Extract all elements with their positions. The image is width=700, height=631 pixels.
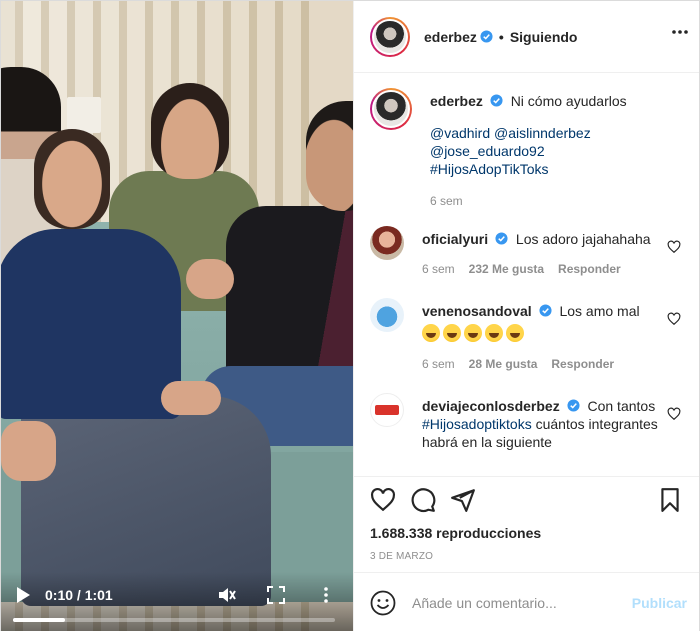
comment-text: Los amo mal <box>559 303 640 319</box>
comment-username[interactable]: venenosandoval <box>422 303 532 319</box>
video-controls: 0:10 / 1:01 <box>1 572 353 631</box>
verified-icon <box>480 30 493 43</box>
emoji-icon[interactable] <box>370 590 396 616</box>
comment-time[interactable]: 6 sem <box>422 260 455 278</box>
person-center-head <box>34 129 110 229</box>
video-more-icon[interactable] <box>319 586 333 604</box>
caption-avatar[interactable] <box>369 88 412 130</box>
hand-on-knee <box>161 381 221 415</box>
wall-lamp <box>67 97 101 133</box>
laughing-emoji-icon <box>484 324 503 342</box>
separator-dot: • <box>498 28 504 45</box>
caption-mention[interactable]: @jose_eduardo92 <box>430 143 545 159</box>
share-icon[interactable] <box>450 487 476 513</box>
caption-time[interactable]: 6 sem <box>430 192 463 210</box>
comment-likes[interactable]: 232 Me gusta <box>469 260 544 278</box>
verified-icon <box>495 232 508 245</box>
play-icon[interactable] <box>15 586 31 604</box>
comment-text: Con tantos <box>587 398 656 414</box>
comment-likes[interactable]: 28 Me gusta <box>469 355 538 373</box>
comment-time[interactable]: 6 sem <box>422 355 455 373</box>
comment-text: Los adoro jajahahaha <box>515 231 651 247</box>
caption-username[interactable]: ederbez <box>430 93 483 109</box>
comment-item: deviajeconlosderbez Con tantos #Hijosado… <box>369 393 683 451</box>
laughing-emoji-icon <box>505 324 524 342</box>
comment-username[interactable]: deviajeconlosderbez <box>422 398 560 414</box>
author-avatar[interactable] <box>369 16 410 57</box>
bookmark-icon[interactable] <box>657 487 683 513</box>
person-center-body <box>1 229 181 419</box>
author-username[interactable]: ederbez <box>424 29 477 45</box>
video-time: 0:10 / 1:01 <box>45 587 113 603</box>
following-button[interactable]: Siguiendo <box>510 29 578 45</box>
laughing-emoji-icon <box>463 324 482 342</box>
caption-hashtag[interactable]: #HijosAdopTikToks <box>430 161 549 177</box>
laughing-emoji-icon <box>421 324 440 342</box>
comments-list[interactable]: ederbez Ni cómo ayudarlos @vadhird @aisl… <box>354 74 699 476</box>
post-caption: ederbez Ni cómo ayudarlos @vadhird @aisl… <box>369 88 683 210</box>
video-progress-fill <box>13 618 65 622</box>
comment-like-heart-icon[interactable] <box>667 240 681 254</box>
publish-button[interactable]: Publicar <box>632 595 687 611</box>
comment-icon[interactable] <box>410 487 436 513</box>
comment-avatar[interactable] <box>369 393 404 427</box>
person-right-head <box>306 101 353 211</box>
caption-mentions[interactable]: @vadhird @aislinnderbez <box>430 125 591 141</box>
view-count[interactable]: 1.688.338 reproducciones <box>370 525 683 541</box>
fullscreen-icon[interactable] <box>267 586 285 604</box>
comment-username[interactable]: oficialyuri <box>422 231 488 247</box>
comment-hashtag[interactable]: #Hijosadoptiktoks <box>422 416 532 432</box>
caption-text: Ni cómo ayudarlos <box>510 93 627 109</box>
verified-icon <box>567 399 580 412</box>
heart-icon[interactable] <box>370 487 396 513</box>
comment-like-heart-icon[interactable] <box>667 407 681 421</box>
post-header: ederbez • Siguiendo <box>353 1 699 73</box>
comment-item: oficialyuri Los adoro jajahahaha 6 sem 2… <box>369 226 683 278</box>
mute-icon[interactable] <box>217 585 237 605</box>
video-progress-bar[interactable] <box>13 618 335 622</box>
reply-button[interactable]: Responder <box>551 355 614 373</box>
reply-button[interactable]: Responder <box>558 260 621 278</box>
more-icon[interactable] <box>671 29 689 35</box>
instagram-post: 0:10 / 1:01 ederbez • Siguiendo ederbez … <box>0 0 700 631</box>
person-green-shirt-head <box>151 83 229 179</box>
post-date[interactable]: 3 DE MARZO <box>370 551 683 562</box>
comment-like-heart-icon[interactable] <box>667 312 681 326</box>
laughing-emojis <box>421 324 661 343</box>
verified-icon <box>490 94 503 107</box>
comment-avatar[interactable] <box>369 226 404 260</box>
add-comment-bar: Publicar <box>353 572 699 631</box>
laughing-emoji-icon <box>442 324 461 342</box>
comment-item: venenosandoval Los amo mal 6 sem 28 Me g… <box>369 298 683 373</box>
comment-input[interactable] <box>411 594 632 611</box>
comment-avatar[interactable] <box>369 298 404 332</box>
verified-icon <box>539 304 552 317</box>
video-player[interactable]: 0:10 / 1:01 <box>1 1 353 631</box>
hand-gesture <box>186 259 234 299</box>
hand-left <box>1 421 56 481</box>
post-actions: 1.688.338 reproducciones 3 DE MARZO <box>353 476 699 572</box>
post-sidebar: ederbez • Siguiendo ederbez Ni cómo ayud… <box>352 1 699 631</box>
